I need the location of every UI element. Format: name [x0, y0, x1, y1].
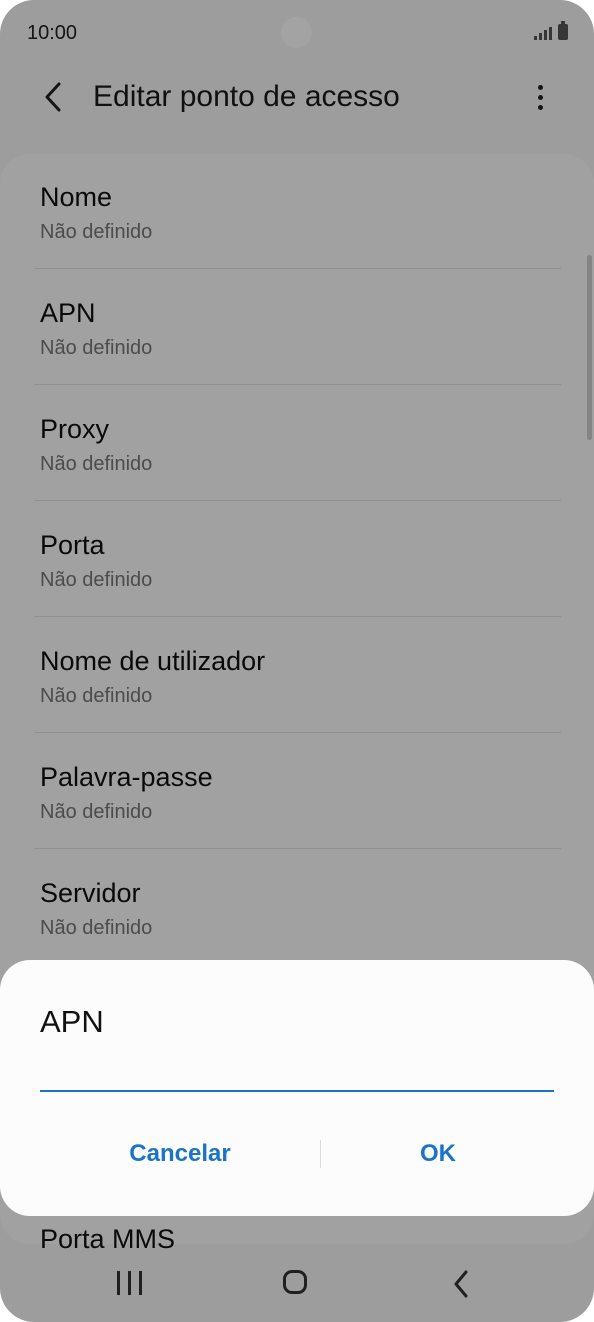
ok-button[interactable]: OK — [322, 1132, 554, 1176]
cancel-button[interactable]: Cancelar — [60, 1132, 300, 1176]
dialog-title: APN — [40, 1004, 104, 1039]
apn-input[interactable] — [40, 1048, 554, 1092]
button-divider — [320, 1140, 321, 1168]
apn-dialog: APN Cancelar OK — [0, 960, 594, 1216]
phone-screen: 10:00 Editar ponto de acesso Nome Não de… — [0, 0, 594, 1322]
